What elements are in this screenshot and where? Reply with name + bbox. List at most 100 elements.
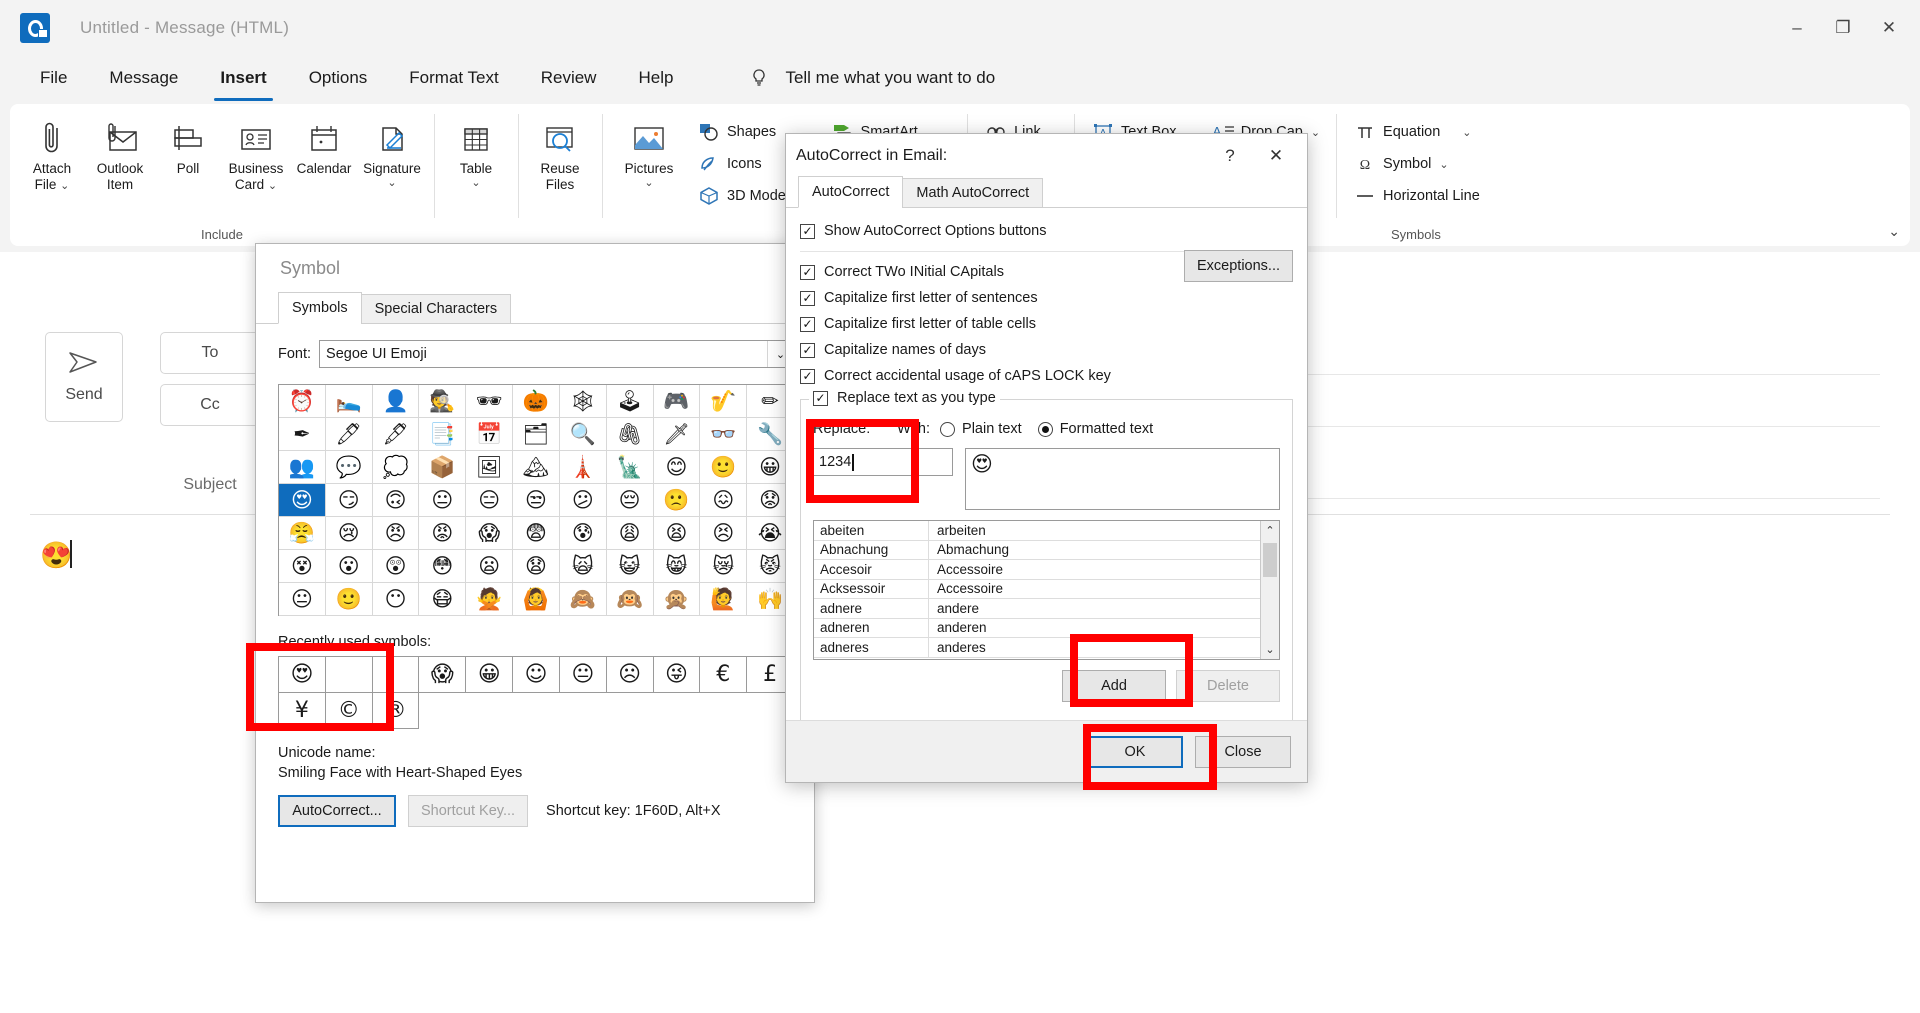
tab-insert[interactable]: Insert — [204, 64, 282, 92]
ribbon-button-horizontal-line[interactable]: Horizontal Line — [1344, 180, 1488, 212]
tab-special-characters[interactable]: Special Characters — [361, 294, 512, 324]
checkbox-capitalize-first-letter-table-cells[interactable]: ✓ Capitalize first letter of table cells — [800, 311, 1293, 337]
cc-button[interactable]: Cc — [160, 384, 260, 426]
symbol-cell[interactable]: 🏔 — [513, 451, 560, 484]
symbol-cell[interactable]: 🙅 — [466, 583, 513, 616]
symbol-cell[interactable]: 🙂 — [700, 451, 747, 484]
symbol-cell[interactable]: 🕵 — [419, 385, 466, 418]
table-scrollbar[interactable]: ⌃ ⌄ — [1260, 521, 1279, 659]
symbol-cell[interactable]: 😮 — [326, 550, 373, 583]
ribbon-button-pictures[interactable]: Pictures ⌄ — [610, 110, 688, 190]
ribbon-button-outlook-item[interactable]: Outlook Item — [86, 110, 154, 193]
tab-help[interactable]: Help — [622, 64, 689, 92]
symbol-cell[interactable]: 😤 — [279, 517, 326, 550]
symbol-cell[interactable]: 😧 — [513, 550, 560, 583]
symbol-cell[interactable]: 🙀 — [560, 550, 607, 583]
symbol-cell[interactable]: 🖋 — [373, 418, 420, 451]
symbol-cell[interactable]: 🖼 — [466, 451, 513, 484]
ribbon-collapse-icon[interactable]: ⌄ — [1888, 223, 1900, 240]
symbol-cell[interactable]: 😑 — [466, 484, 513, 517]
radio-icon[interactable] — [1038, 422, 1053, 437]
with-input[interactable]: 😍 — [965, 448, 1280, 510]
tab-format-text[interactable]: Format Text — [393, 64, 514, 92]
recent-symbol-cell[interactable]: 😱 — [419, 657, 466, 693]
symbol-cell[interactable]: 😢 — [326, 517, 373, 550]
symbol-cell[interactable]: 🙈 — [560, 583, 607, 616]
symbol-cell[interactable]: 😐 — [279, 583, 326, 616]
symbol-cell[interactable]: 😣 — [700, 517, 747, 550]
table-row[interactable]: adnerenanderen — [814, 619, 1260, 639]
symbol-cell[interactable]: 😰 — [560, 517, 607, 550]
table-row[interactable]: AcksessoirAccessoire — [814, 580, 1260, 600]
tab-file[interactable]: File — [24, 64, 83, 92]
symbol-cell[interactable]: 😡 — [419, 517, 466, 550]
checkbox-show-autocorrect-options[interactable]: ✓ Show AutoCorrect Options buttons — [800, 218, 1293, 244]
radio-plain-text[interactable]: Plain text — [940, 421, 1022, 437]
tab-review[interactable]: Review — [525, 64, 613, 92]
symbol-cell[interactable]: 🗡 — [654, 418, 701, 451]
symbol-cell[interactable]: 📅 — [466, 418, 513, 451]
symbol-cell[interactable]: 😠 — [373, 517, 420, 550]
symbol-cell[interactable]: 😊 — [654, 451, 701, 484]
tab-options[interactable]: Options — [293, 64, 384, 92]
symbol-cell[interactable]: 📑 — [419, 418, 466, 451]
autocorrect-entries-table[interactable]: abeitenarbeitenAbnachungAbmachungAccesoi… — [813, 520, 1280, 660]
symbol-cell[interactable]: 🎮 — [654, 385, 701, 418]
recent-symbol-cell[interactable]: € — [700, 657, 747, 693]
ribbon-button-business-card[interactable]: Business Card ⌄ — [222, 110, 290, 193]
symbol-cell[interactable]: 😔 — [607, 484, 654, 517]
tab-symbols[interactable]: Symbols — [278, 292, 362, 324]
symbol-cell[interactable]: 🖇 — [607, 418, 654, 451]
to-button[interactable]: To — [160, 332, 260, 374]
tab-math-autocorrect[interactable]: Math AutoCorrect — [902, 178, 1043, 208]
checkbox-capitalize-names-of-days[interactable]: ✓ Capitalize names of days — [800, 337, 1293, 363]
symbol-cell[interactable]: 😫 — [654, 517, 701, 550]
symbol-cell[interactable]: 🙉 — [607, 583, 654, 616]
symbol-cell[interactable]: 😸 — [654, 550, 701, 583]
table-row[interactable]: adnereandere — [814, 599, 1260, 619]
symbol-cell[interactable]: 😍 — [279, 484, 326, 517]
close-icon[interactable]: ✕ — [1866, 0, 1912, 56]
symbol-cell[interactable]: 🕸 — [560, 385, 607, 418]
recent-symbol-cell[interactable]: 😜 — [654, 657, 701, 693]
exceptions-button[interactable]: Exceptions... — [1184, 250, 1293, 282]
symbol-cell[interactable]: ✒ — [279, 418, 326, 451]
checkbox-icon[interactable]: ✓ — [800, 369, 815, 384]
checkbox-icon[interactable]: ✓ — [800, 317, 815, 332]
scrollbar-thumb[interactable] — [1263, 543, 1277, 577]
ribbon-button-table[interactable]: Table ⌄ — [442, 110, 510, 190]
symbol-cell[interactable]: 📦 — [419, 451, 466, 484]
symbol-cell[interactable]: 🔍 — [560, 418, 607, 451]
minimize-icon[interactable]: – — [1774, 0, 1820, 56]
symbol-cell[interactable]: 👓 — [700, 418, 747, 451]
symbol-cell[interactable]: 🗽 — [607, 451, 654, 484]
symbol-cell[interactable]: 😨 — [513, 517, 560, 550]
symbol-cell[interactable]: 🖊 — [326, 418, 373, 451]
symbol-cell[interactable]: 🙊 — [654, 583, 701, 616]
symbol-cell[interactable]: 😖 — [700, 484, 747, 517]
autocorrect-entries-rows[interactable]: abeitenarbeitenAbnachungAbmachungAccesoi… — [814, 521, 1260, 659]
radio-formatted-text[interactable]: Formatted text — [1038, 421, 1153, 437]
table-row[interactable]: AccesoirAccessoire — [814, 560, 1260, 580]
symbol-cell[interactable]: 😕 — [560, 484, 607, 517]
recent-symbol-cell[interactable]: 😐 — [560, 657, 607, 693]
symbol-cell[interactable]: 😒 — [513, 484, 560, 517]
symbol-cell[interactable]: 🛌 — [326, 385, 373, 418]
symbol-cell[interactable]: 🙂 — [326, 583, 373, 616]
checkbox-icon[interactable]: ✓ — [800, 265, 815, 280]
scroll-up-icon[interactable]: ⌃ — [1261, 521, 1279, 540]
tell-me-box[interactable]: Tell me what you want to do — [749, 68, 995, 88]
symbol-cell[interactable]: 😦 — [466, 550, 513, 583]
symbol-cell[interactable]: 👥 — [279, 451, 326, 484]
checkbox-icon[interactable]: ✓ — [800, 224, 815, 239]
symbol-glyph-grid[interactable]: ⏰🛌👤🕵🕶🎃🕸🕹🎮🎷✏✒🖊🖋📑📅🗂🔍🖇🗡👓🔧👥💬💭📦🖼🏔🗼🗽😊🙂😀😍😏🙃😐😑😒😕… — [278, 384, 794, 616]
checkbox-capitalize-first-letter-sentences[interactable]: ✓ Capitalize first letter of sentences — [800, 285, 1293, 311]
recent-symbol-cell[interactable]: ☹ — [607, 657, 654, 693]
symbol-cell[interactable]: 😐 — [419, 484, 466, 517]
table-row[interactable]: abeitenarbeiten — [814, 521, 1260, 541]
ribbon-button-equation[interactable]: Equation ⌄ — [1344, 116, 1488, 148]
symbol-cell[interactable]: 🙁 — [654, 484, 701, 517]
checkbox-correct-caps-lock[interactable]: ✓ Correct accidental usage of cAPS LOCK … — [800, 363, 1293, 389]
tab-autocorrect[interactable]: AutoCorrect — [798, 176, 903, 208]
symbol-cell[interactable]: 😲 — [373, 550, 420, 583]
